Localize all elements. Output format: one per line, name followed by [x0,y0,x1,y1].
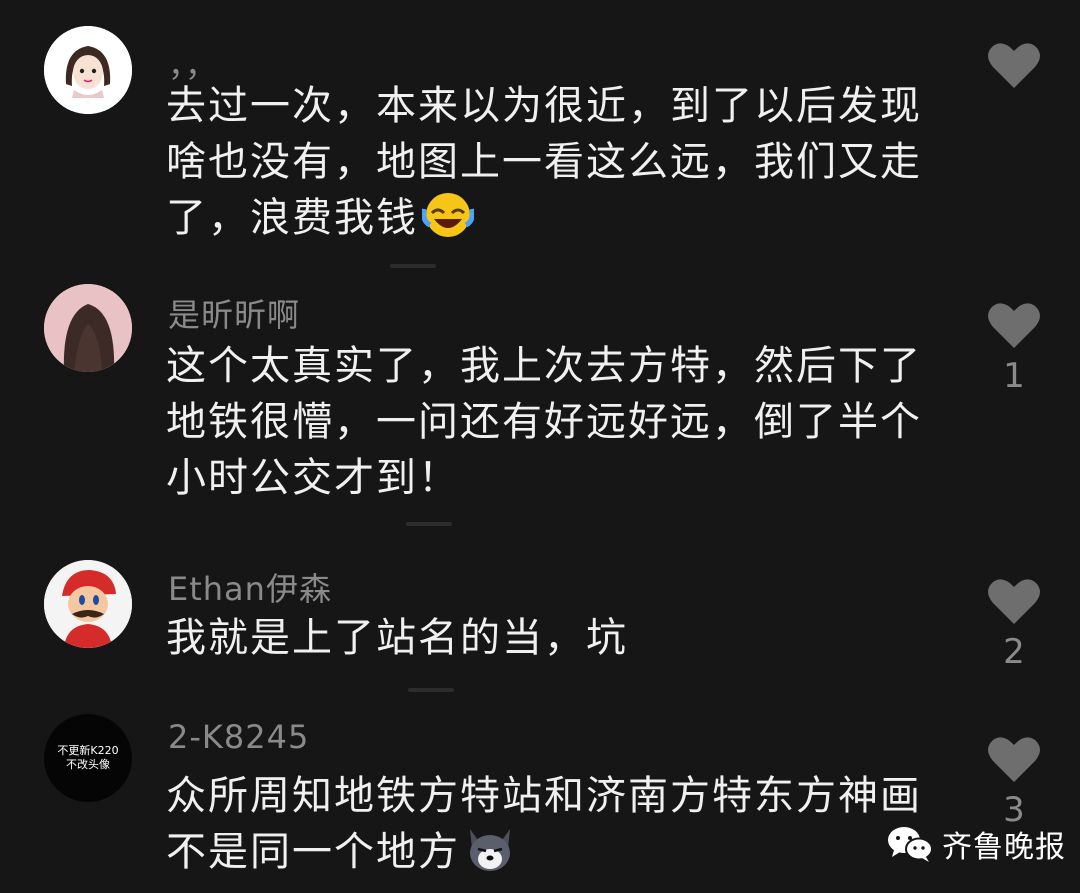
comment-text-line: 小时公交才到！ [166,455,460,501]
watermark-text: 齐鲁晚报 [942,830,1066,865]
like-button[interactable]: 2 [986,578,1042,672]
avatar-text: 不改头像 [66,758,110,771]
avatar-photo-icon [44,284,132,372]
collapse-divider [408,688,454,692]
comment-text: 不是同一个地方 [166,829,460,875]
comment-text-line: 不是同一个地方 [166,824,516,888]
heart-icon [988,737,1040,782]
username[interactable]: 是昕昕啊 [168,290,300,336]
like-count: 1 [1003,356,1025,396]
comment-text-line: 去过一次，本来以为很近，到了以后发现 [166,83,922,129]
heart-icon [988,303,1040,348]
svg-text:♡: ♡ [86,100,91,106]
collapse-divider [390,264,436,268]
avatar[interactable]: ♡ [44,26,132,114]
like-count: 2 [1003,632,1025,672]
like-button[interactable]: 1 [986,302,1042,396]
comment-text: 了，浪费我钱 [166,195,418,241]
heart-icon [988,43,1040,88]
like-button[interactable] [986,42,1042,96]
wechat-icon [888,827,933,862]
avatar-mario-icon [44,560,132,648]
avatar[interactable] [44,560,132,648]
username[interactable]: 2-K8245 [168,718,309,756]
avatar[interactable] [44,284,132,372]
heart-icon [988,579,1040,624]
comment-text-line: 啥也没有，地图上一看这么远，我们又走 [166,139,922,185]
watermark: 齐鲁晚报 [886,822,1066,866]
husky-emoji [464,825,516,888]
comment-text-line: 这个太真实了，我上次去方特，然后下了 [166,343,922,389]
avatar[interactable]: 不更新K220 不改头像 [44,714,132,802]
like-button[interactable]: 3 [986,736,1042,830]
comment-text-line: 我就是上了站名的当，坑 [166,615,628,661]
laughing-crying-emoji [421,191,475,254]
username[interactable]: Ethan伊森 [168,564,332,610]
avatar-text: 不更新K220 [57,744,119,757]
collapse-divider [406,522,452,526]
avatar-girl-icon: ♡ [44,26,132,114]
comment-text-line: 地铁很懵，一问还有好远好远，倒了半个 [166,399,922,445]
comment-text-line: 众所周知地铁方特站和济南方特东方神画 [166,773,922,819]
comment-text-line: 了，浪费我钱 [166,190,475,254]
